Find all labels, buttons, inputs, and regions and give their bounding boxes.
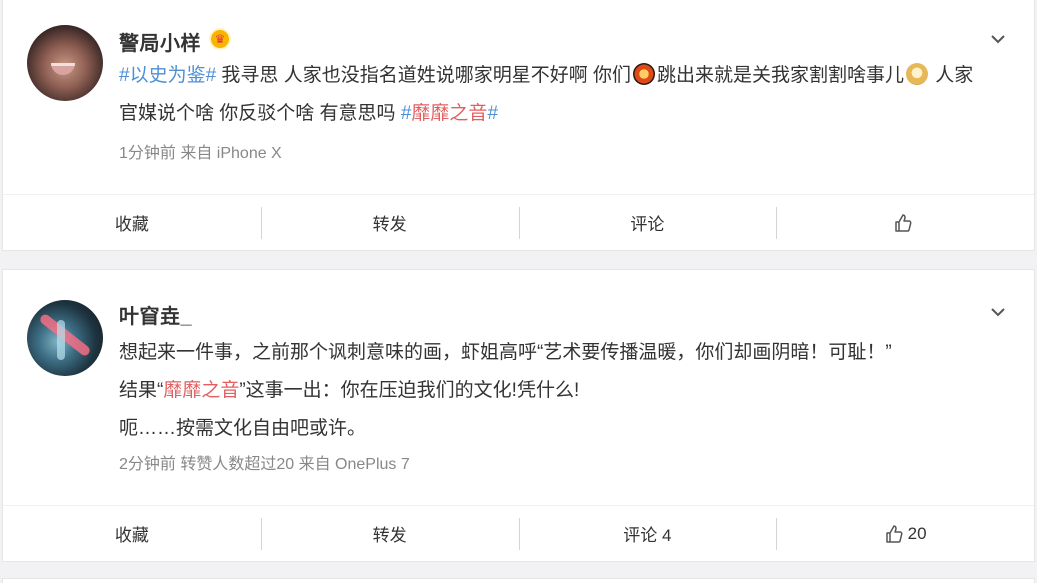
post-text: ”这事一出：你在压迫我们的文化!凭什么! <box>239 380 580 401</box>
favorite-button[interactable]: 收藏 <box>3 195 261 250</box>
doge-emoji-icon <box>906 63 928 85</box>
repost-button[interactable]: 转发 <box>260 506 519 561</box>
chevron-down-icon[interactable] <box>990 31 1006 47</box>
action-bar: 收藏 转发 评论 4 20 <box>3 505 1034 561</box>
username[interactable]: 叶窅垚_ <box>119 300 192 329</box>
hashtag-link[interactable]: #靡靡之音# <box>401 103 498 124</box>
avatar[interactable] <box>27 25 103 101</box>
post-text: 结果“ <box>119 380 164 401</box>
avatar-art <box>57 320 65 360</box>
hashtag-link[interactable]: #以史为鉴# <box>119 65 216 86</box>
like-count: 20 <box>907 523 927 543</box>
post-text: 我寻思 人家也没指名道姓说哪家明星不好啊 你们 <box>216 65 631 86</box>
fire-emoji-icon <box>632 63 655 85</box>
post-meta: 2分钟前 转赞人数超过20 来自 OnePlus 7 <box>119 456 410 473</box>
post-text-line: 结果“靡靡之音”这事一出：你在压迫我们的文化!凭什么! <box>119 372 974 410</box>
crown-icon: ♛ <box>209 28 231 50</box>
hashtag-mark: # <box>400 103 412 124</box>
post-meta: 1分钟前 来自 iPhone X <box>119 145 282 162</box>
avatar-art <box>38 312 92 358</box>
like-button[interactable] <box>776 195 1034 250</box>
hashtag-mark: # <box>487 103 499 124</box>
action-bar: 收藏 转发 评论 <box>3 194 1034 250</box>
thumbs-up-icon <box>893 213 913 233</box>
favorite-button[interactable]: 收藏 <box>3 506 261 561</box>
post-card: 叶窅垚_ 想起来一件事，之前那个讽刺意味的画，虾姐高呼“艺术要传播温暖，你们却画… <box>2 269 1035 562</box>
hashtag-text: 靡靡之音 <box>411 103 488 124</box>
post-text-line: 呃……按需文化自由吧或许。 <box>119 418 367 439</box>
post-text: 跳出来就是关我家割割啥事儿 <box>656 65 904 86</box>
comment-button[interactable]: 评论 <box>518 195 777 250</box>
repost-button[interactable]: 转发 <box>260 195 519 250</box>
post-card: 警局小样 ♛ #以史为鉴# 我寻思 人家也没指名道姓说哪家明星不好啊 你们 跳出来… <box>2 0 1035 251</box>
next-post-card <box>2 578 1035 583</box>
post-content: #以史为鉴# 我寻思 人家也没指名道姓说哪家明星不好啊 你们 跳出来就是关我家割割… <box>119 57 974 133</box>
topic-link[interactable]: 靡靡之音 <box>163 380 239 401</box>
like-button[interactable]: 20 <box>776 506 1034 561</box>
avatar[interactable] <box>27 300 103 376</box>
chevron-down-icon[interactable] <box>990 304 1006 320</box>
username[interactable]: 警局小样 <box>119 27 201 56</box>
post-content: 想起来一件事，之前那个讽刺意味的画，虾姐高呼“艺术要传播温暖，你们却画阴暗！可耻… <box>119 334 974 448</box>
comment-button[interactable]: 评论 4 <box>518 506 777 561</box>
post-text-line: 想起来一件事，之前那个讽刺意味的画，虾姐高呼“艺术要传播温暖，你们却画阴暗！可耻… <box>119 342 892 363</box>
thumbs-up-icon <box>884 524 904 544</box>
avatar-face <box>51 63 75 75</box>
